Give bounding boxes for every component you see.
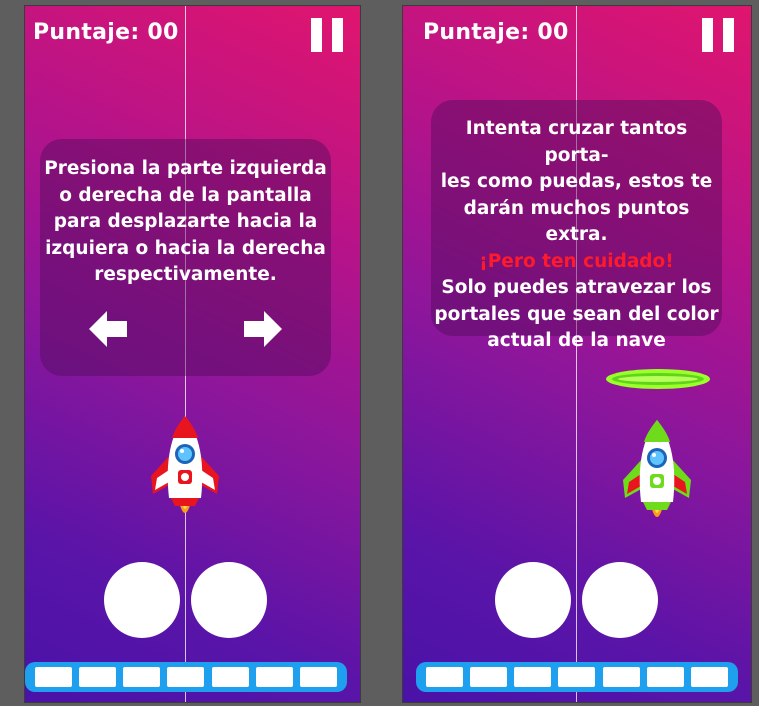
right-arrow-icon bbox=[244, 311, 282, 347]
energy-segment bbox=[470, 667, 508, 687]
instruction-line: darán muchos puntos extra. bbox=[463, 197, 690, 246]
pause-icon-bar bbox=[311, 18, 322, 52]
action-button-left[interactable] bbox=[104, 562, 180, 638]
instructions-panel: Intenta cruzar tantos porta- les como pu… bbox=[431, 100, 722, 351]
rocket-ship-red bbox=[151, 416, 219, 513]
left-arrow-icon bbox=[89, 311, 127, 347]
instruction-line: Intenta cruzar tantos porta- bbox=[465, 118, 688, 166]
energy-bar bbox=[25, 662, 347, 692]
score-label: Puntaje: 00 bbox=[423, 20, 569, 45]
energy-segment bbox=[299, 667, 337, 687]
action-button-right[interactable] bbox=[582, 562, 658, 638]
pause-icon-bar bbox=[702, 18, 713, 52]
energy-segment bbox=[602, 667, 640, 687]
energy-segment bbox=[79, 667, 117, 687]
energy-bar bbox=[416, 662, 738, 692]
instruction-line: Presiona la parte izquierda bbox=[44, 158, 327, 179]
instruction-line: actual de la nave bbox=[487, 330, 666, 351]
score-label: Puntaje: 00 bbox=[33, 20, 179, 45]
energy-segment bbox=[426, 667, 463, 687]
energy-segment bbox=[35, 667, 72, 687]
warning-line: ¡Pero ten cuidado! bbox=[479, 250, 674, 272]
instruction-line: les como puedas, estos te bbox=[440, 171, 713, 192]
game-screen-left[interactable]: Puntaje: 00 Presiona la parte izquierda … bbox=[25, 6, 360, 702]
energy-segment bbox=[514, 667, 552, 687]
energy-segment bbox=[123, 667, 161, 687]
instruction-line: izquiera o hacia la derecha bbox=[45, 237, 326, 259]
pause-icon-bar bbox=[332, 18, 343, 52]
energy-segment bbox=[255, 667, 293, 687]
action-button-left[interactable] bbox=[495, 562, 571, 638]
portal-green bbox=[606, 369, 710, 389]
energy-segment bbox=[167, 667, 205, 687]
instruction-line: portales que sean del color bbox=[434, 303, 719, 325]
instruction-line: respectivamente. bbox=[94, 264, 277, 285]
instruction-line: o derecha de la pantalla bbox=[59, 184, 312, 206]
energy-segment bbox=[211, 667, 249, 687]
game-screen-right[interactable]: Puntaje: 00 Intenta cruzar tantos porta-… bbox=[403, 6, 751, 702]
instruction-line: para desplazarte hacia la bbox=[53, 211, 318, 232]
instruction-line: Solo puedes atravezar los bbox=[441, 277, 712, 298]
action-button-right[interactable] bbox=[191, 562, 267, 638]
rocket-ship-green bbox=[623, 420, 691, 517]
pause-icon-bar bbox=[723, 18, 734, 52]
energy-segment bbox=[690, 667, 728, 687]
pause-button[interactable] bbox=[311, 18, 343, 52]
pause-button[interactable] bbox=[702, 18, 734, 52]
energy-segment bbox=[646, 667, 684, 687]
instructions-panel: Presiona la parte izquierda o derecha de… bbox=[40, 139, 331, 376]
energy-segment bbox=[558, 667, 596, 687]
